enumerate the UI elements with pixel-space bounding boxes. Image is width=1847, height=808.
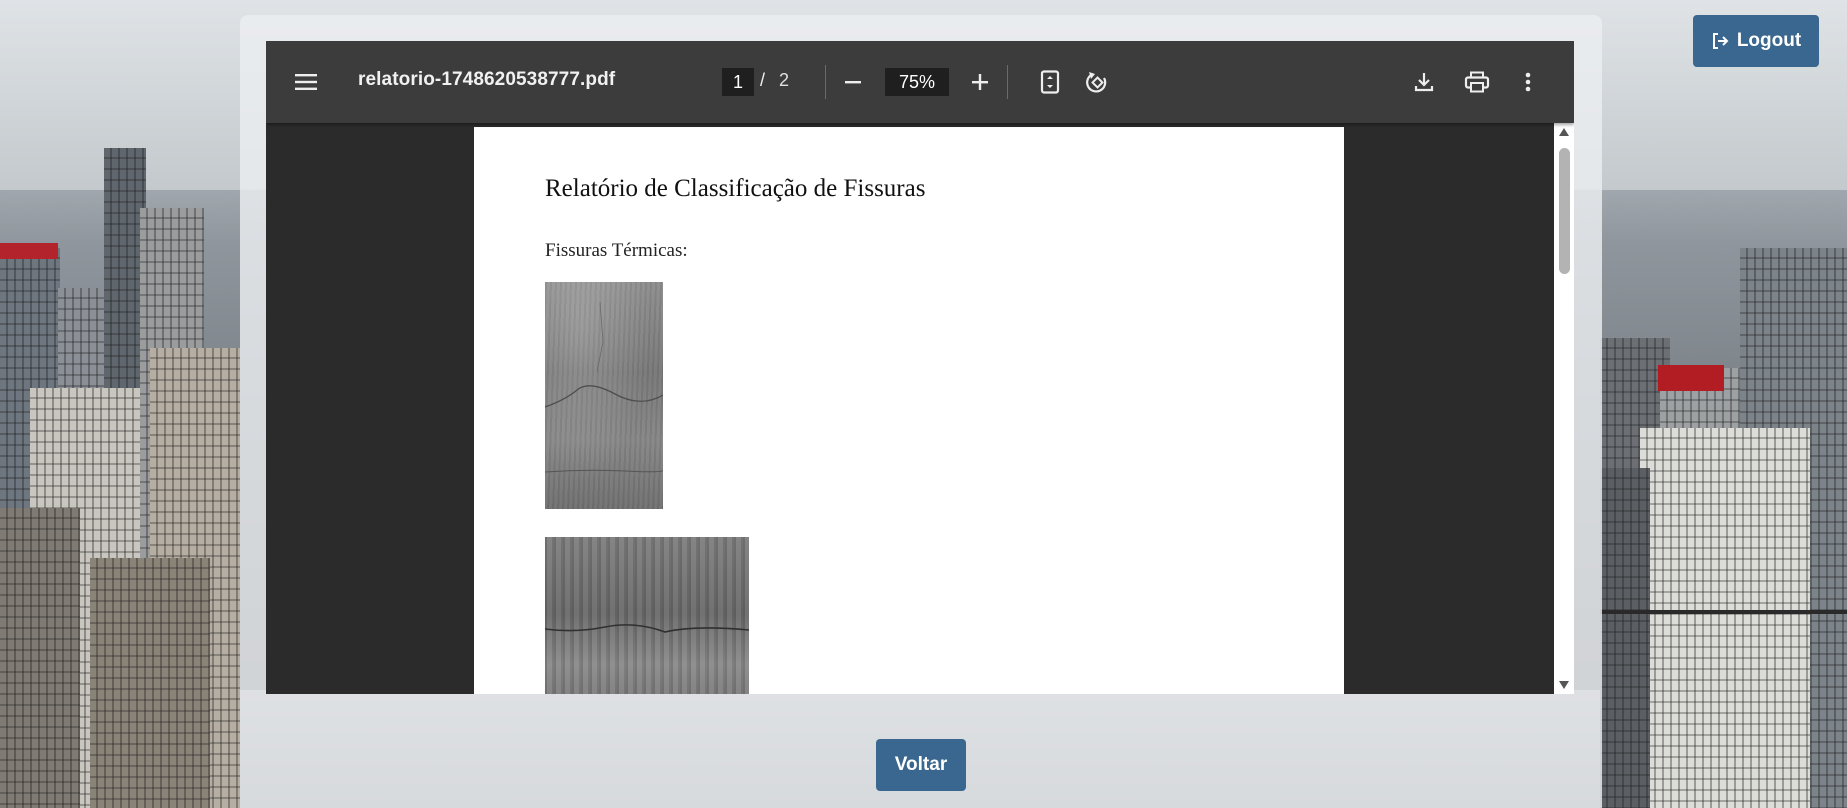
toolbar-divider — [825, 65, 826, 99]
crack-photo — [545, 282, 663, 509]
crack-photo — [545, 537, 749, 694]
rotate-icon[interactable] — [1081, 66, 1113, 98]
toolbar-divider — [1007, 65, 1008, 99]
pdf-scrollbar[interactable] — [1554, 123, 1574, 694]
back-button[interactable]: Voltar — [876, 739, 966, 791]
pdf-document-area[interactable]: Relatório de Classificação de Fissuras F… — [266, 123, 1554, 694]
pdf-viewer: relatorio-1748620538777.pdf / 2 75% — [266, 41, 1574, 694]
pdf-toolbar: relatorio-1748620538777.pdf / 2 75% — [266, 41, 1574, 123]
print-icon[interactable] — [1460, 66, 1494, 98]
plus-icon[interactable] — [965, 67, 995, 97]
logout-icon — [1711, 32, 1729, 50]
zoom-level[interactable]: 75% — [885, 68, 949, 96]
fit-page-icon[interactable] — [1034, 66, 1066, 98]
minus-icon[interactable] — [838, 67, 868, 97]
section-heading: Fissuras Térmicas: — [545, 240, 688, 261]
page-separator: / — [760, 70, 766, 90]
document-title: Relatório de Classificação de Fissuras — [545, 175, 926, 202]
page-number-input[interactable] — [722, 68, 754, 96]
pdf-page: Relatório de Classificação de Fissuras F… — [474, 127, 1344, 694]
pdf-filename: relatorio-1748620538777.pdf — [358, 69, 616, 90]
download-icon[interactable] — [1408, 66, 1440, 98]
page-total: 2 — [779, 70, 790, 90]
scroll-thumb[interactable] — [1559, 148, 1570, 274]
more-vertical-icon[interactable] — [1512, 66, 1544, 98]
scroll-down-icon[interactable] — [1558, 680, 1570, 690]
menu-icon[interactable] — [290, 66, 322, 98]
logout-button[interactable]: Logout — [1693, 15, 1819, 67]
scroll-up-icon[interactable] — [1558, 127, 1570, 137]
logout-label: Logout — [1736, 30, 1802, 51]
